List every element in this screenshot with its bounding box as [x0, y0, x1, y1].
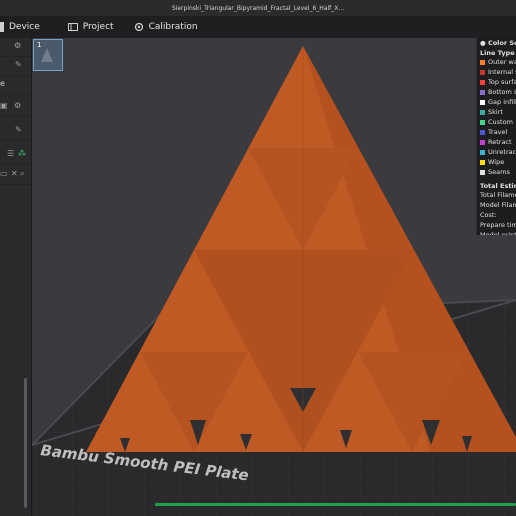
legend-swatch — [480, 79, 485, 85]
close-icon[interactable]: ✕ — [11, 169, 18, 178]
legend-item-label: Skirt — [488, 108, 503, 116]
legend-item-label: Custom — [488, 118, 513, 126]
line-type-header: Line Type — [480, 49, 515, 57]
legend-item-label: Seams — [488, 168, 510, 176]
legend-swatch — [480, 59, 485, 65]
sidebar-row: ⚙ — [0, 38, 31, 57]
legend-swatch — [480, 99, 485, 105]
legend-item[interactable]: Unretract — [477, 147, 516, 157]
estimate-row: Prepare tim — [480, 221, 516, 229]
legend-item[interactable]: Skirt — [477, 107, 516, 117]
3d-viewport[interactable]: Bambu Smooth PEI Plate — [32, 38, 516, 516]
sidebar-row: ✎ — [0, 122, 31, 141]
edit-icon[interactable]: ✎ — [15, 60, 22, 69]
legend-item[interactable]: Internal s — [477, 67, 516, 77]
project-icon — [67, 23, 78, 31]
legend-item-label: Bottom su — [488, 88, 516, 96]
legend-item[interactable]: Wipe — [477, 157, 516, 167]
legend-item-label: Outer wal — [488, 58, 516, 66]
estimate-row: Model Filam — [480, 201, 516, 209]
legend-swatch — [480, 69, 485, 75]
legend-item-label: Top surfac — [488, 78, 516, 86]
color-scheme-legend: ● Color Sc Line Type Outer wal Internal s… — [476, 37, 516, 235]
legend-swatch — [480, 109, 485, 115]
progress-bar — [155, 503, 516, 506]
legend-item[interactable]: Custom — [477, 117, 516, 127]
legend-swatch — [480, 139, 485, 145]
tab-device-label: Device — [9, 22, 40, 32]
legend-item[interactable]: Gap infill — [477, 97, 516, 107]
legend-item[interactable]: Travel — [477, 127, 516, 137]
legend-item-label: Retract — [488, 138, 512, 146]
legend-item-label: Wipe — [488, 158, 505, 166]
legend-swatch — [480, 149, 485, 155]
legend-swatch — [480, 159, 485, 165]
legend-swatch — [480, 129, 485, 135]
gear-icon[interactable]: ⚙ — [14, 41, 21, 50]
sidebar-scrollbar[interactable] — [24, 378, 27, 508]
folder-icon[interactable]: ▭ — [0, 169, 8, 178]
text-fragment: e — [0, 79, 5, 88]
legend-item[interactable]: Top surfac — [477, 77, 516, 87]
estimate-row: Cost: — [480, 211, 497, 219]
tree-icon[interactable]: ⁂ — [18, 149, 26, 158]
list-icon[interactable]: ☰ — [7, 149, 14, 158]
scene-canvas: Bambu Smooth PEI Plate — [32, 46, 516, 516]
sidebar-row: ▣ ⚙ — [0, 98, 31, 117]
legend-item-label: Gap infill — [488, 98, 516, 106]
edit-icon[interactable]: ✎ — [15, 125, 22, 134]
sidebar-row: ☰ ⁂ — [0, 146, 31, 165]
tab-device[interactable]: Device — [0, 22, 40, 32]
legend-swatch — [480, 119, 485, 125]
left-sidebar: ⚙ ✎ e ▣ ⚙ ✎ ☰ ⁂ ▭ ✕ ⌕ — [0, 38, 32, 516]
window-title: Sierpinski_Triangular_Bipyramid_Fractal_… — [0, 0, 516, 16]
legend-item[interactable]: Bottom su — [477, 87, 516, 97]
tab-calibration-label: Calibration — [148, 22, 198, 32]
legend-item-label: Unretract — [488, 148, 516, 156]
gear-icon[interactable]: ⚙ — [14, 101, 21, 110]
legend-item-label: Internal s — [488, 68, 516, 76]
device-icon — [0, 22, 4, 32]
sidebar-toolbar: ▭ ✕ ⌕ — [0, 166, 31, 185]
estimate-header: Total Estima — [480, 182, 516, 190]
collapse-icon: ● — [480, 39, 488, 47]
legend-item-label: Travel — [488, 128, 508, 136]
tab-calibration[interactable]: Calibration — [134, 22, 198, 32]
legend-swatch — [480, 169, 485, 175]
top-tab-bar: Device Project Calibration — [0, 16, 516, 38]
legend-swatch — [480, 89, 485, 95]
thumbnail-preview — [41, 48, 53, 62]
legend-item[interactable]: Retract — [477, 137, 516, 147]
legend-title-text: Color Sc — [487, 39, 516, 47]
plate-icon[interactable]: ▣ — [0, 101, 8, 110]
pyramid-model — [86, 46, 516, 452]
estimate-row: Model printi — [480, 231, 516, 235]
sidebar-row: e — [0, 76, 31, 95]
tab-project[interactable]: Project — [67, 22, 114, 32]
estimate-row: Total Filame — [480, 191, 516, 199]
legend-item[interactable]: Outer wal — [477, 57, 516, 67]
legend-item[interactable]: Seams — [477, 167, 516, 177]
tab-project-label: Project — [82, 22, 114, 32]
plate-thumbnail[interactable]: 1 — [33, 39, 63, 71]
legend-title[interactable]: ● Color Sc — [477, 37, 516, 49]
sidebar-row: ✎ — [0, 57, 31, 76]
calibration-icon — [134, 22, 143, 32]
search-icon[interactable]: ⌕ — [20, 169, 24, 179]
